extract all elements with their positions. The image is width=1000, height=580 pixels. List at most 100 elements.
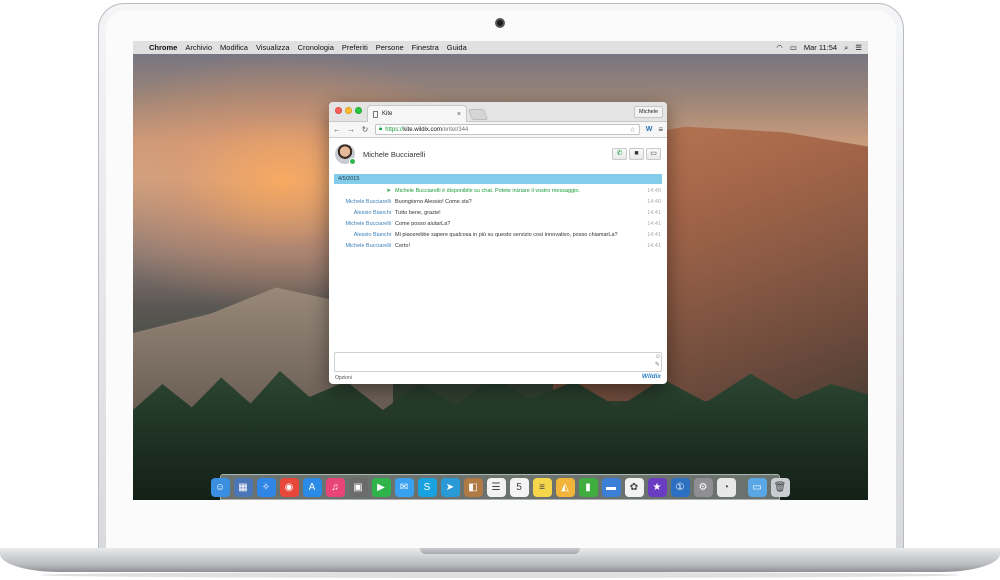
lock-icon: 🔒︎ (379, 126, 383, 132)
chrome-menu-icon[interactable]: ≡ (658, 125, 663, 134)
profile-button[interactable]: Michele (634, 106, 663, 118)
attach-icon[interactable]: ✎ (655, 361, 661, 368)
chat-message: Michele Bucciarelli Come posso aiutarLa? 1… (329, 221, 667, 228)
keynote-icon[interactable]: ◭ (555, 477, 575, 497)
wildix-extension-icon[interactable]: W (646, 126, 653, 133)
new-tab-button[interactable] (467, 109, 489, 120)
message-text: Certo! (395, 243, 410, 249)
chat-message: Alessio Bianchi Tutto bene, grazie! 14:41 (329, 210, 667, 217)
call-button[interactable]: ✆ (612, 148, 627, 160)
desktop-screen: Chrome Archivio Modifica Visualizza Cron… (133, 41, 868, 500)
laptop-scene: Chrome Archivio Modifica Visualizza Cron… (0, 0, 1000, 580)
calendar-icon[interactable]: 5 (509, 477, 529, 497)
emoji-icon[interactable]: ☺ (655, 354, 661, 360)
composer-tools: ☺ ✎ (655, 354, 661, 368)
chat-header: Michele Bucciarelli ✆ ■ ▭ (329, 139, 667, 169)
safari-icon[interactable]: ✧ (256, 477, 276, 497)
menu-visualizza[interactable]: Visualizza (256, 43, 290, 52)
facetime-icon[interactable]: ▶ (371, 477, 391, 497)
message-text: Mi piacerebbe sapere qualcosa in più su … (395, 232, 618, 238)
message-time: 14:41 (647, 243, 661, 249)
back-icon[interactable]: ← (333, 125, 341, 134)
photo-booth-icon[interactable]: ▣ (348, 477, 368, 497)
finder-icon[interactable]: ☺ (210, 477, 230, 497)
url-path: /eritel/344 (441, 126, 469, 133)
message-list: ➤ Michele Bucciarelli è disponibile su ch… (329, 188, 667, 254)
presence-available-icon (349, 158, 356, 165)
notification-center-icon[interactable]: ☰ (855, 43, 862, 52)
chat-actions: ✆ ■ ▭ (612, 148, 661, 160)
contacts-icon[interactable]: ◧ (463, 477, 483, 497)
mac-menu-bar: Chrome Archivio Modifica Visualizza Cron… (133, 41, 868, 54)
chrome-window: Kite × Michele ← → ↻ 🔒︎ https:// kite.wi… (329, 102, 667, 384)
app-store-icon[interactable]: A (302, 477, 322, 497)
messages-icon[interactable]: ✉ (394, 477, 414, 497)
forward-icon[interactable]: → (347, 125, 355, 134)
menu-modifica[interactable]: Modifica (220, 43, 248, 52)
message-time: 14:41 (647, 221, 661, 227)
reload-icon[interactable]: ↻ (361, 125, 369, 134)
message-time: 14:41 (647, 232, 661, 238)
tab-strip: Kite × Michele (329, 102, 667, 122)
url-host: kite.wildix.com (403, 126, 442, 133)
bookmark-star-icon[interactable]: ☆ (629, 126, 635, 134)
contact-name: Michele Bucciarelli (363, 149, 426, 159)
menu-archivio[interactable]: Archivio (185, 43, 212, 52)
message-text: Michele Bucciarelli è disponibile su cha… (395, 188, 580, 194)
camera-icon (495, 18, 505, 28)
menu-guida[interactable]: Guida (447, 43, 467, 52)
skype-icon[interactable]: S (417, 477, 437, 497)
message-sender: Michele Bucciarelli (345, 243, 391, 249)
message-input[interactable] (334, 352, 662, 372)
message-sender: Alessio Bianchi (353, 210, 391, 216)
message-time: 14:40 (647, 188, 661, 194)
trash-icon[interactable]: 🗑 (770, 477, 790, 497)
wildix-logo: Wildix (641, 373, 661, 380)
chat-message: Alessio Bianchi Mi piacerebbe sapere qual… (329, 232, 667, 239)
menu-preferiti[interactable]: Preferiti (342, 43, 368, 52)
imovie-icon[interactable]: ★ (647, 477, 667, 497)
browser-toolbar: ← → ↻ 🔒︎ https:// kite.wildix.com /erite… (329, 122, 667, 138)
spotlight-search-icon[interactable]: ⌕ (844, 43, 848, 53)
zoom-window-button[interactable] (355, 107, 362, 114)
numbers-icon[interactable]: ▮ (578, 477, 598, 497)
itunes-icon[interactable]: ♫ (325, 477, 345, 497)
preview-icon[interactable]: ▦ (233, 477, 253, 497)
other-app-icon[interactable]: ◔ (716, 477, 736, 497)
close-tab-icon[interactable]: × (457, 111, 461, 118)
chrome-icon[interactable]: ◉ (279, 477, 299, 497)
menu-app-name[interactable]: Chrome (149, 43, 177, 52)
minimize-window-button[interactable] (345, 107, 352, 114)
menu-cronologia[interactable]: Cronologia (298, 43, 334, 52)
laptop-shadow (40, 572, 960, 578)
battery-icon[interactable]: ▭ (790, 43, 797, 52)
telegram-icon[interactable]: ➤ (440, 477, 460, 497)
video-call-button[interactable]: ■ (629, 148, 644, 160)
onepassword-icon[interactable]: ① (670, 477, 690, 497)
chat-message: Michele Bucciarelli Certo! 14:41 (329, 243, 667, 250)
close-window-button[interactable] (335, 107, 342, 114)
tab-title: Kite (382, 111, 393, 117)
menu-clock[interactable]: Mar 11:54 (804, 43, 837, 52)
reminders-icon[interactable]: ☰ (486, 477, 506, 497)
keynote-remote-icon[interactable]: ▬ (601, 477, 621, 497)
message-sender: Michele Bucciarelli (345, 221, 391, 227)
menu-persone[interactable]: Persone (376, 43, 404, 52)
options-link[interactable]: Opzioni (335, 375, 352, 381)
menu-finestra[interactable]: Finestra (412, 43, 439, 52)
message-text: Buongiorno Alessio! Come sta? (395, 199, 472, 205)
message-sender: Alessio Bianchi (353, 232, 391, 238)
chat-message: Michele Bucciarelli Buongiorno Alessio! C… (329, 199, 667, 206)
chat-message: ➤ Michele Bucciarelli è disponibile su ch… (329, 188, 667, 195)
message-time: 14:40 (647, 199, 661, 205)
downloads-folder-icon[interactable]: ▭ (747, 477, 767, 497)
notes-icon[interactable]: ≡ (532, 477, 552, 497)
tab-kite[interactable]: Kite × (367, 105, 467, 122)
wifi-icon[interactable]: ◠ (776, 43, 783, 52)
photos-icon[interactable]: ✿ (624, 477, 644, 497)
screen-share-button[interactable]: ▭ (646, 148, 661, 160)
avatar[interactable] (335, 144, 356, 165)
system-preferences-icon[interactable]: ⚙ (693, 477, 713, 497)
address-bar[interactable]: 🔒︎ https:// kite.wildix.com /eritel/344 … (375, 124, 640, 135)
date-separator: 4/5/2015 (334, 174, 662, 184)
